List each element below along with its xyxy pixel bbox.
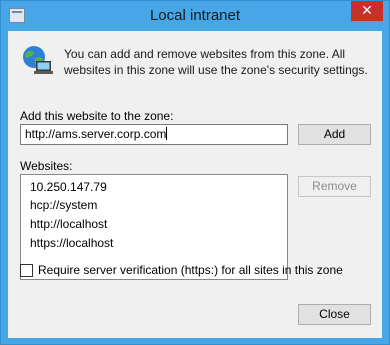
list-item[interactable]: hcp://system: [30, 196, 97, 214]
dialog-window: Local intranet ✕ You can add and remove …: [0, 0, 390, 345]
server-verification-checkbox[interactable]: [20, 264, 33, 277]
close-window-button[interactable]: ✕: [351, 1, 383, 21]
server-verification-label[interactable]: Require server verification (https:) for…: [38, 263, 343, 277]
add-website-label: Add this website to the zone:: [20, 109, 174, 123]
websites-label: Websites:: [20, 159, 73, 173]
zone-info-text: You can add and remove websites from thi…: [64, 47, 368, 77]
close-button[interactable]: Close: [298, 304, 371, 325]
title-bar[interactable]: Local intranet ✕: [1, 1, 389, 31]
remove-button[interactable]: Remove: [298, 176, 371, 197]
text-caret: [166, 127, 168, 140]
website-url-value: http://ams.server.corp.com: [25, 127, 167, 141]
add-button[interactable]: Add: [298, 124, 371, 145]
list-item[interactable]: https://localhost: [30, 234, 113, 252]
website-url-input[interactable]: http://ams.server.corp.com: [20, 124, 288, 145]
list-item[interactable]: 10.250.147.79: [30, 178, 107, 196]
window-title: Local intranet: [149, 7, 241, 24]
list-item[interactable]: http://localhost: [30, 215, 107, 233]
dialog-body: You can add and remove websites from thi…: [8, 31, 382, 338]
globe-computer-icon: [23, 46, 53, 74]
